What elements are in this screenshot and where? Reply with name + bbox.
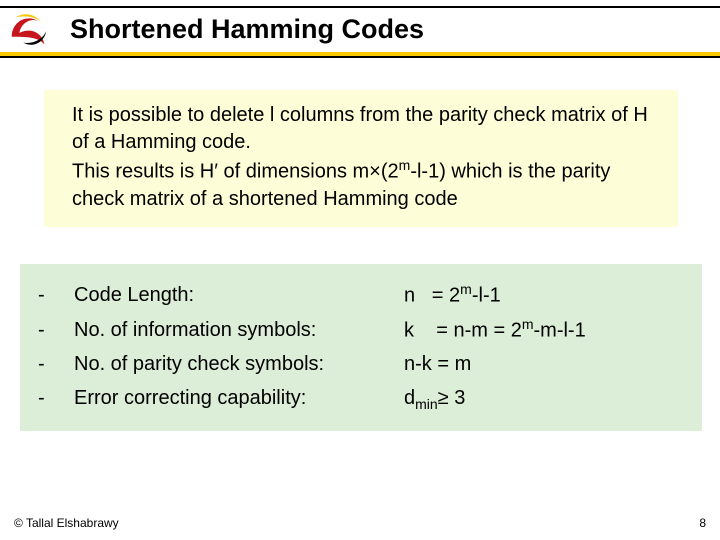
bullet-dash: -	[38, 347, 74, 381]
logo-icon	[6, 8, 52, 54]
params-box: - Code Length: n = 2m-l-1 - No. of infor…	[20, 264, 702, 431]
param-value: n-k = m	[404, 347, 684, 381]
title-underline-black	[0, 56, 720, 58]
intro-line2b: of dimensions m×(2	[218, 161, 399, 183]
param-eq-pre: = n-m = 2	[431, 319, 522, 341]
intro-line2a: This results is H	[72, 161, 214, 183]
param-label: Code Length:	[74, 278, 404, 313]
intro-line1: It is possible to delete l columns from …	[72, 104, 648, 153]
param-var: k	[404, 319, 414, 341]
param-value: n = 2m-l-1	[404, 278, 684, 313]
param-eq-pre: = 2	[426, 285, 460, 307]
param-sup: m	[522, 316, 534, 332]
param-eq-post: -l-1	[472, 285, 501, 307]
param-label: Error correcting capability:	[74, 381, 404, 417]
param-value: dmin≥ 3	[404, 381, 684, 417]
param-eq-pre: ≥ 3	[438, 387, 466, 409]
bullet-dash: -	[38, 313, 74, 348]
param-sub: min	[415, 396, 438, 412]
param-label: No. of parity check symbols:	[74, 347, 404, 381]
param-row: - Code Length: n = 2m-l-1	[38, 278, 684, 313]
param-row: - No. of parity check symbols: n-k = m	[38, 347, 684, 381]
bullet-dash: -	[38, 381, 74, 417]
top-rule	[0, 6, 720, 8]
slide-footer: © Tallal Elshabrawy 8	[14, 516, 706, 530]
param-eq-pre: = m	[432, 353, 471, 375]
footer-page-number: 8	[699, 516, 706, 530]
param-var: n	[404, 285, 415, 307]
param-var: n-k	[404, 353, 432, 375]
param-eq-post: -m-l-1	[534, 319, 586, 341]
param-value: k = n-m = 2m-m-l-1	[404, 313, 684, 348]
param-row: - No. of information symbols: k = n-m = …	[38, 313, 684, 348]
param-sup: m	[460, 281, 472, 297]
intro-box: It is possible to delete l columns from …	[44, 90, 678, 227]
param-row: - Error correcting capability: dmin≥ 3	[38, 381, 684, 417]
footer-copyright: © Tallal Elshabrawy	[14, 516, 119, 530]
slide-title: Shortened Hamming Codes	[70, 14, 424, 45]
param-var: d	[404, 387, 415, 409]
slide-header: Shortened Hamming Codes	[0, 0, 720, 72]
bullet-dash: -	[38, 278, 74, 313]
param-label: No. of information symbols:	[74, 313, 404, 348]
intro-sup-m: m	[399, 157, 411, 173]
